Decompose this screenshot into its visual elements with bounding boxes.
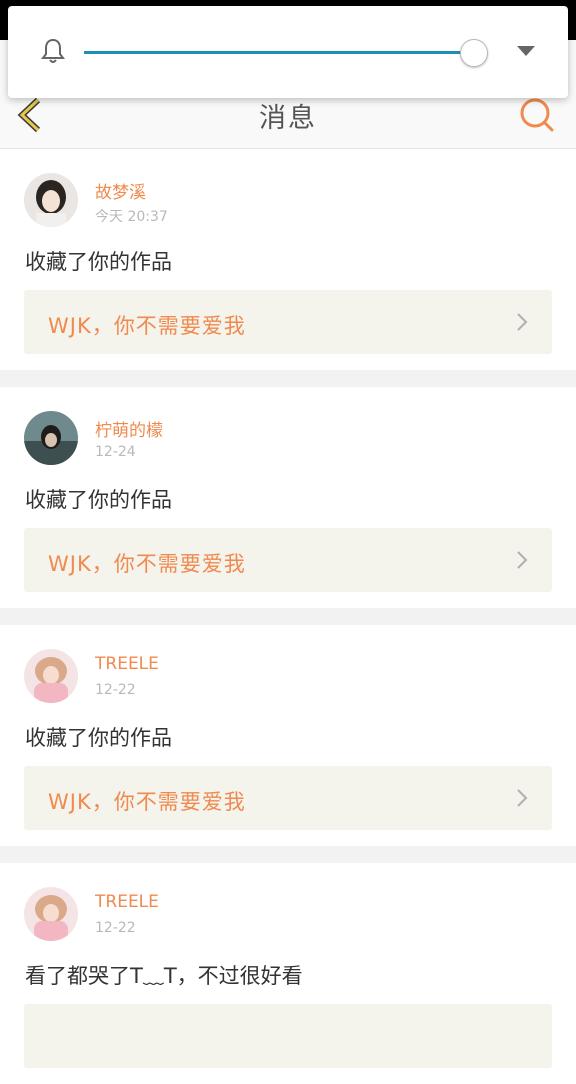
page-title: 消息 <box>259 103 317 134</box>
bell-icon[interactable] <box>38 36 68 66</box>
volume-slider-track[interactable] <box>84 51 474 54</box>
volume-slider-knob[interactable] <box>460 39 488 67</box>
chevron-right-icon <box>517 789 528 807</box>
search-icon[interactable] <box>518 96 556 134</box>
message-list: 故梦溪 今天 20:37 收藏了你的作品 WJK，你不需要爱我 柠萌的檬 12-… <box>0 149 576 1084</box>
timestamp: 12-24 <box>95 444 136 460</box>
separator <box>0 608 576 625</box>
username[interactable]: TREELE <box>95 654 159 674</box>
action-text: 收藏了你的作品 <box>25 726 172 750</box>
avatar[interactable] <box>24 173 78 227</box>
list-item: 故梦溪 今天 20:37 收藏了你的作品 WJK，你不需要爱我 <box>0 149 576 370</box>
username[interactable]: 故梦溪 <box>95 178 146 203</box>
work-title: WJK，你不需要爱我 <box>48 314 246 338</box>
work-link[interactable]: WJK，你不需要爱我 <box>24 766 552 830</box>
list-item: TREELE 12-22 收藏了你的作品 WJK，你不需要爱我 <box>0 625 576 846</box>
work-link[interactable]: WJK，你不需要爱我 <box>24 290 552 354</box>
separator <box>0 370 576 387</box>
avatar[interactable] <box>24 887 78 941</box>
avatar[interactable] <box>24 411 78 465</box>
work-title: WJK，你不需要爱我 <box>48 790 246 814</box>
action-text: 收藏了你的作品 <box>25 488 172 512</box>
work-title: WJK，你不需要爱我 <box>48 552 246 576</box>
username[interactable]: TREELE <box>95 892 159 912</box>
action-text: 看了都哭了T﹏T，不过很好看 <box>25 964 303 988</box>
timestamp: 12-22 <box>95 682 136 698</box>
volume-panel <box>8 6 568 98</box>
chevron-right-icon <box>517 313 528 331</box>
timestamp: 12-22 <box>95 920 136 936</box>
timestamp: 今天 20:37 <box>95 209 168 225</box>
chevron-right-icon <box>517 551 528 569</box>
list-item: 柠萌的檬 12-24 收藏了你的作品 WJK，你不需要爱我 <box>0 387 576 608</box>
caret-down-icon[interactable] <box>516 44 536 58</box>
action-text: 收藏了你的作品 <box>25 250 172 274</box>
avatar[interactable] <box>24 649 78 703</box>
work-link[interactable] <box>24 1004 552 1068</box>
separator <box>0 846 576 863</box>
username[interactable]: 柠萌的檬 <box>95 416 163 441</box>
work-link[interactable]: WJK，你不需要爱我 <box>24 528 552 592</box>
list-item: TREELE 12-22 看了都哭了T﹏T，不过很好看 <box>0 863 576 1084</box>
